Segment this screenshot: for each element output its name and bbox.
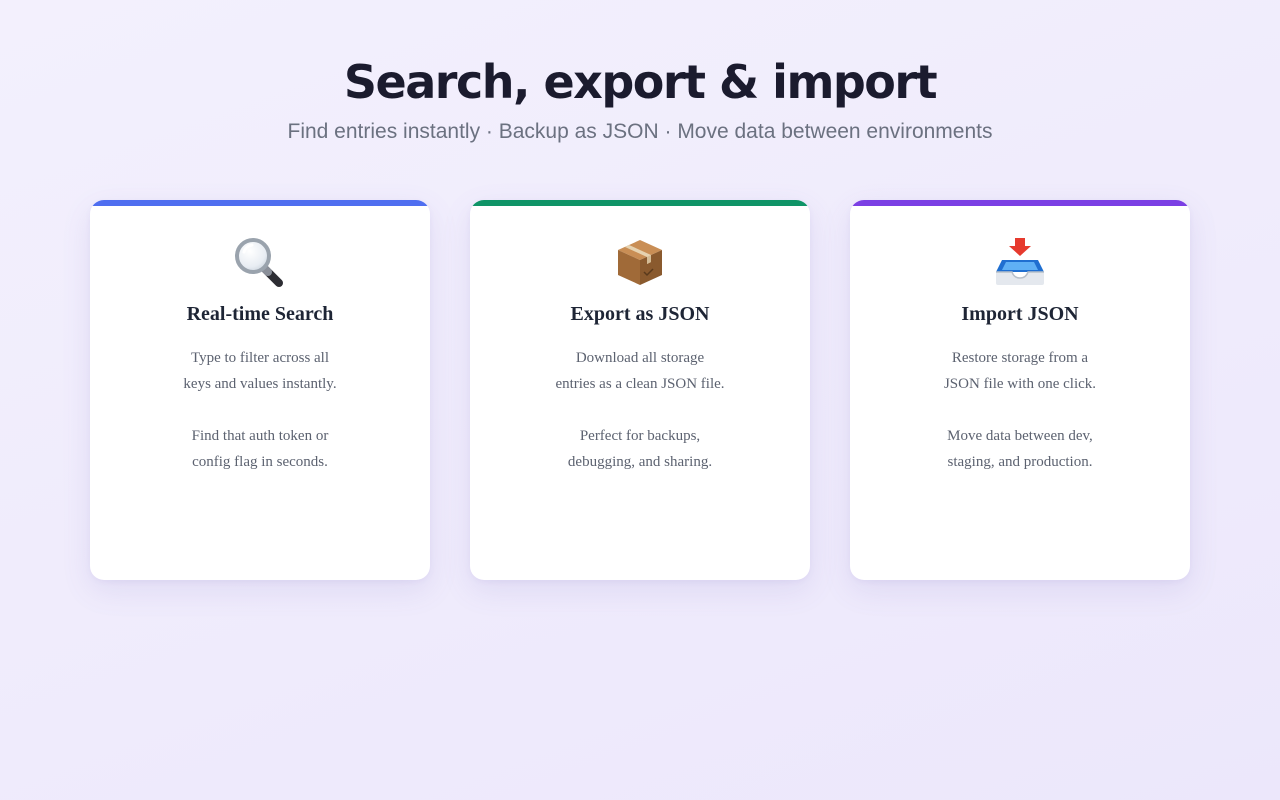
card-title: Import JSON [961,303,1079,325]
card-accent-bar [850,200,1190,206]
card-text-line: entries as a clean JSON file. [555,376,725,392]
feature-card-export: Export as JSON Download all storage entr… [470,200,810,580]
page-title: Search, export & import [343,55,938,109]
card-title: Export as JSON [570,303,710,325]
card-accent-bar [470,200,810,206]
feature-cards: Real-time Search Type to filter across a… [90,200,1190,580]
card-text-line: JSON file with one click. [943,376,1097,392]
magnifying-glass-icon [90,236,430,288]
card-text-line: Move data between dev, [947,428,1093,444]
card-text-line: Find that auth token or [191,428,329,444]
card-text-line: keys and values instantly. [183,376,337,392]
card-description: Download all storage entries as a clean … [470,345,810,475]
card-text-line: config flag in seconds. [192,454,328,470]
package-box-icon [470,236,810,288]
card-text-line: debugging, and sharing. [567,454,713,470]
card-accent-bar [90,200,430,206]
page-header: Search, export & import Find entries ins… [0,50,1280,148]
card-text-line: Restore storage from a [951,350,1089,366]
card-description: Restore storage from a JSON file with on… [850,345,1190,475]
feature-card-import: Import JSON Restore storage from a JSON … [850,200,1190,580]
feature-card-search: Real-time Search Type to filter across a… [90,200,430,580]
inbox-tray-icon [850,236,1190,288]
card-text-line: Type to filter across all [190,350,330,366]
card-text-line: Perfect for backups, [579,428,701,444]
card-description: Type to filter across all keys and value… [90,345,430,475]
card-title: Real-time Search [186,303,334,325]
page-subtitle: Find entries instantly · Backup as JSON … [287,120,993,143]
card-text-line: staging, and production. [947,454,1093,470]
card-text-line: Download all storage [575,350,705,366]
